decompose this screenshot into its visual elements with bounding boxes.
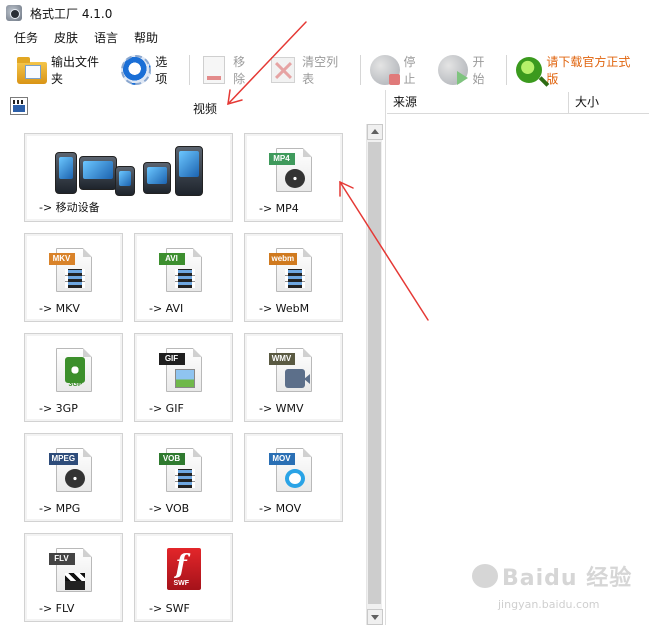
tile-webm[interactable]: webm -> WebM <box>244 233 343 322</box>
folder-icon <box>17 57 47 84</box>
tile-label: -> VOB <box>149 502 190 515</box>
tile-label: -> MPG <box>39 502 81 515</box>
panel-divider <box>385 90 386 625</box>
clear-list-icon <box>271 57 296 83</box>
mpeg-file-icon: MPEG <box>48 448 92 492</box>
arrow-to-mp4 <box>339 181 429 321</box>
options-button[interactable]: 选项 <box>118 53 181 87</box>
3gp-file-icon: 3GP <box>55 348 92 392</box>
tile-avi[interactable]: AVI -> AVI <box>134 233 233 322</box>
output-folder-button[interactable]: 输出文件夹 <box>14 53 112 87</box>
webm-file-icon: webm <box>268 248 312 292</box>
tiles-scrollbar[interactable] <box>366 124 383 625</box>
file-list-header: 来源 大小 <box>387 92 649 114</box>
app-logo-icon <box>6 5 22 21</box>
scroll-up-arrow-icon[interactable] <box>367 124 383 140</box>
column-size[interactable]: 大小 <box>569 92 649 114</box>
window-title: 格式工厂 4.1.0 <box>30 6 113 21</box>
category-title: 视频 <box>193 102 218 116</box>
toolbar-divider <box>359 55 361 85</box>
scroll-thumb[interactable] <box>368 142 381 604</box>
tile-wmv[interactable]: WMV -> WMV <box>244 333 343 422</box>
tile-mkv[interactable]: MKV -> MKV <box>24 233 123 322</box>
stop-icon <box>369 55 400 85</box>
start-label: 开始 <box>472 55 485 86</box>
tile-label: -> MP4 <box>259 202 299 215</box>
tile-vob[interactable]: VOB -> VOB <box>134 433 233 522</box>
tile-label: -> AVI <box>149 302 184 315</box>
menu-language[interactable]: 语言 <box>92 29 120 46</box>
flv-file-icon: FLV <box>48 548 92 592</box>
options-label: 选项 <box>155 55 168 86</box>
tile-label: -> MOV <box>259 502 302 515</box>
start-button[interactable]: 开始 <box>435 53 498 87</box>
tile-gif[interactable]: GIF -> GIF <box>134 333 233 422</box>
tile-3gp[interactable]: 3GP -> 3GP <box>24 333 123 422</box>
toolbar: 输出文件夹 选项 移除 清空列表 停止 开始 请下载官方正式版 <box>0 50 649 90</box>
mkv-file-icon: MKV <box>48 248 92 292</box>
tile-flv[interactable]: FLV -> FLV <box>24 533 123 622</box>
mobile-devices-icon <box>51 142 207 202</box>
toolbar-divider <box>506 55 508 85</box>
tile-label: -> WebM <box>259 302 310 315</box>
tile-label: -> 3GP <box>39 402 78 415</box>
avi-file-icon: AVI <box>158 248 202 292</box>
menu-bar: 任务 皮肤 语言 帮助 <box>0 27 172 47</box>
swf-flash-icon: SWF <box>166 548 201 590</box>
output-folder-label: 输出文件夹 <box>51 55 100 86</box>
clear-list-label: 清空列表 <box>302 55 339 86</box>
remove-label: 移除 <box>233 55 246 86</box>
remove-button[interactable]: 移除 <box>196 53 259 87</box>
gif-file-icon: GIF <box>158 348 202 392</box>
title-bar: 格式工厂 4.1.0 <box>0 0 649 26</box>
toolbar-divider <box>189 55 191 85</box>
baidu-paw-icon <box>472 564 498 588</box>
stop-button[interactable]: 停止 <box>367 53 430 87</box>
mov-file-icon: MOV <box>268 448 312 492</box>
remove-file-icon <box>203 56 226 84</box>
options-gear-icon <box>121 55 152 85</box>
tile-mobile-device[interactable]: -> 移动设备 <box>24 133 233 222</box>
download-official-link[interactable]: 请下载官方正式版 <box>513 53 643 87</box>
mp4-file-icon: MP4 <box>268 148 312 192</box>
wmv-file-icon: WMV <box>268 348 312 392</box>
vob-file-icon: VOB <box>158 448 202 492</box>
scroll-down-arrow-icon[interactable] <box>367 609 383 625</box>
tile-mp4[interactable]: MP4 -> MP4 <box>244 133 343 222</box>
tile-label: -> WMV <box>259 402 304 415</box>
column-source[interactable]: 来源 <box>387 92 569 114</box>
tile-label: -> SWF <box>149 602 190 615</box>
tile-label: -> MKV <box>39 302 80 315</box>
menu-task[interactable]: 任务 <box>12 29 40 46</box>
promo-label: 请下载官方正式版 <box>546 55 631 86</box>
tile-label: -> GIF <box>149 402 184 415</box>
baidu-watermark: Baidu 经验 jingyan.baidu.com <box>470 560 640 620</box>
stop-label: 停止 <box>403 55 416 86</box>
menu-help[interactable]: 帮助 <box>132 29 160 46</box>
magnifier-icon <box>516 57 543 83</box>
menu-skin[interactable]: 皮肤 <box>52 29 80 46</box>
tile-label: -> 移动设备 <box>39 201 100 214</box>
tile-label: -> FLV <box>39 602 75 615</box>
clear-list-button[interactable]: 清空列表 <box>265 53 351 87</box>
watermark-brand: Baidu 经验 <box>502 566 633 591</box>
start-play-icon <box>438 55 469 85</box>
watermark-url: jingyan.baidu.com <box>498 598 600 611</box>
tile-mov[interactable]: MOV -> MOV <box>244 433 343 522</box>
tile-mpg[interactable]: MPEG -> MPG <box>24 433 123 522</box>
video-clapper-icon[interactable] <box>10 97 28 115</box>
tile-swf[interactable]: SWF -> SWF <box>134 533 233 622</box>
category-header: 视频 <box>0 92 384 118</box>
